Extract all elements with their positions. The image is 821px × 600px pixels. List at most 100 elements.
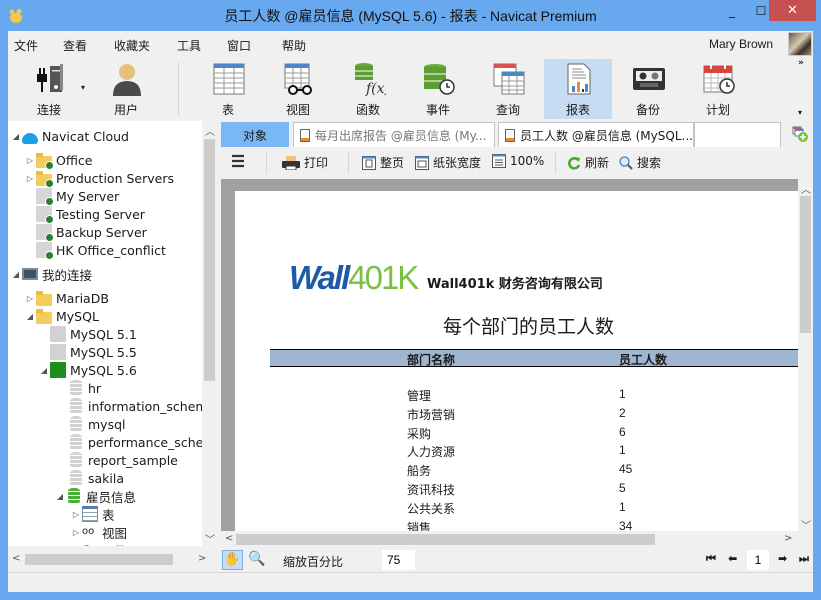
print-button[interactable]: 打印 [282,154,328,171]
tree-item-mysql-group[interactable]: ◢ MySQL [24,307,99,325]
tree-item-db-information-schema[interactable]: information_schema [68,397,215,415]
collapse-icon[interactable]: ◢ [10,270,22,279]
page-number-input[interactable] [747,550,769,570]
tree-item-backup-server[interactable]: Backup Server [36,223,147,242]
expand-icon[interactable]: ▷ [24,156,36,165]
tree-item-my-connections[interactable]: ◢ 我的连接 [10,265,92,283]
collapse-icon[interactable]: ◢ [24,312,36,321]
user-name[interactable]: Mary Brown [709,37,773,51]
scrollbar-thumb[interactable] [25,554,173,565]
scrollbar-thumb[interactable] [800,196,811,333]
tree-item-db-employee-info[interactable]: ◢ 雇员信息 [54,487,136,505]
page-width-button[interactable]: 纸张宽度 [415,154,481,171]
hamburger-menu-button[interactable] [231,154,249,168]
event-button[interactable]: 事件 [404,59,472,119]
page-width-icon [415,155,429,170]
report-preview[interactable]: Wall401K Wall401k 财务咨询有限公司 每个部门的员工人数 部门名… [221,179,798,548]
report-row: 船务 45 [235,462,795,480]
collapse-icon[interactable]: ◢ [54,492,66,501]
tree-item-mysql-56[interactable]: ◢ MySQL 5.6 [38,361,137,379]
new-tab-icon[interactable] [792,126,808,142]
query-button[interactable]: 查询 [474,59,542,119]
schedule-button[interactable]: 计划 [684,59,752,119]
scroll-left-icon[interactable]: < [225,533,233,544]
report-button[interactable]: 报表 [544,59,612,119]
tree-item-tables[interactable]: ▷ 表 [70,505,115,523]
toolbar-dropdown-icon[interactable]: ▾ [798,108,802,117]
menu-tools[interactable]: 工具 [177,37,201,54]
backup-button[interactable]: 备份 [614,59,682,119]
tree-item-db-sakila[interactable]: sakila [68,469,124,487]
expand-icon[interactable]: ▷ [70,546,82,547]
navigation-horizontal-scrollbar[interactable]: < > [8,551,217,568]
view-button[interactable]: 视图 [264,59,332,119]
pan-tool-button[interactable]: ✋ [222,550,243,570]
refresh-button[interactable]: 刷新 [567,154,609,171]
menu-help[interactable]: 帮助 [282,37,306,54]
tree-item-mysql-51[interactable]: MySQL 5.1 [50,325,137,343]
zoom-100-button[interactable]: 100% [492,154,544,168]
search-button[interactable]: 搜索 [619,154,661,171]
tab-label: 员工人数 @雇员信息 (MySQL... [520,128,693,143]
zoom-tool-button[interactable]: 🔍 [248,551,265,567]
last-page-button[interactable]: ⏭ [799,552,809,566]
tree-item-db-performance-schema[interactable]: performance_schema [68,433,217,451]
tree-item-office[interactable]: ▷ Office [24,151,93,170]
scrollbar-thumb[interactable] [204,139,215,381]
preview-horizontal-scrollbar[interactable]: < > [221,531,798,548]
tab-employee-count-report[interactable]: 员工人数 @雇员信息 (MySQL... [498,122,694,147]
connection-dropdown-icon[interactable]: ▾ [81,83,85,92]
tree-item-mysql-55[interactable]: MySQL 5.5 [50,343,137,361]
menu-view[interactable]: 查看 [63,37,87,54]
scroll-up-icon[interactable]: ︿ [205,123,215,138]
collapse-icon[interactable]: ◢ [10,132,22,141]
tree-item-production-servers[interactable]: ▷ Production Servers [24,169,174,188]
table-button[interactable]: 表 [194,59,262,119]
tree-item-db-hr[interactable]: hr [68,379,101,397]
next-page-button[interactable]: ➡ [778,552,787,565]
tree-item-testing-server[interactable]: Testing Server [36,205,145,224]
first-page-button[interactable]: ⏮ [706,552,716,566]
previous-page-button[interactable]: ⬅ [728,552,737,565]
scroll-up-icon[interactable]: ︿ [801,181,811,196]
avatar[interactable] [788,32,812,56]
tree-item-mariadb[interactable]: ▷ MariaDB [24,289,109,307]
tab-monthly-attendance-report[interactable]: 每月出席报告 @雇员信息 (My... [293,122,495,147]
tree-item-navicat-cloud[interactable]: ◢ Navicat Cloud [10,127,129,145]
expand-icon[interactable]: ▷ [70,528,82,537]
scroll-left-icon[interactable]: < [12,553,20,564]
toolbar-overflow-icon[interactable]: » [798,58,804,68]
expand-icon[interactable]: ▷ [24,294,36,303]
zoom-percent-input[interactable] [382,550,415,570]
window-client: 文件 查看 收藏夹 工具 窗口 帮助 Mary Brown 连接 ▾ 用户 表 … [8,31,813,592]
whole-page-button[interactable]: 整页 [362,154,404,171]
minimize-button[interactable]: _ [717,0,747,21]
employee-count: 6 [619,424,626,439]
tab-objects[interactable]: 对象 [221,122,289,147]
scroll-down-icon[interactable]: ﹀ [205,531,215,546]
scrollbar-thumb[interactable] [236,534,655,545]
menu-favorites[interactable]: 收藏夹 [114,37,150,54]
scroll-right-icon[interactable]: > [784,533,792,544]
navigation-vertical-scrollbar[interactable]: ︿ ﹀ [202,121,217,546]
database-icon [70,452,82,468]
expand-icon[interactable]: ▷ [24,174,36,183]
function-button[interactable]: f(x) 函数 [334,59,402,119]
connection-button[interactable]: 连接 [15,59,83,119]
tree-item-db-mysql[interactable]: mysql [68,415,126,433]
database-icon [70,470,82,486]
close-button[interactable]: ✕ [769,0,816,21]
tree-item-functions[interactable]: ▷ f 函数 [70,541,127,546]
scroll-right-icon[interactable]: > [198,553,206,564]
scroll-down-icon[interactable]: ﹀ [801,517,811,532]
tree-item-hk-office-conflict[interactable]: HK Office_conflict [36,241,166,260]
user-button[interactable]: 用户 [92,59,160,119]
menu-window[interactable]: 窗口 [227,37,251,54]
collapse-icon[interactable]: ◢ [38,366,50,375]
expand-icon[interactable]: ▷ [70,510,82,519]
tree-item-db-report-sample[interactable]: report_sample [68,451,178,469]
preview-vertical-scrollbar[interactable]: ︿ ﹀ [798,179,813,548]
tree-item-views[interactable]: ▷ oo 视图 [70,523,127,541]
menu-file[interactable]: 文件 [14,37,38,54]
tree-item-my-server[interactable]: My Server [36,187,119,206]
